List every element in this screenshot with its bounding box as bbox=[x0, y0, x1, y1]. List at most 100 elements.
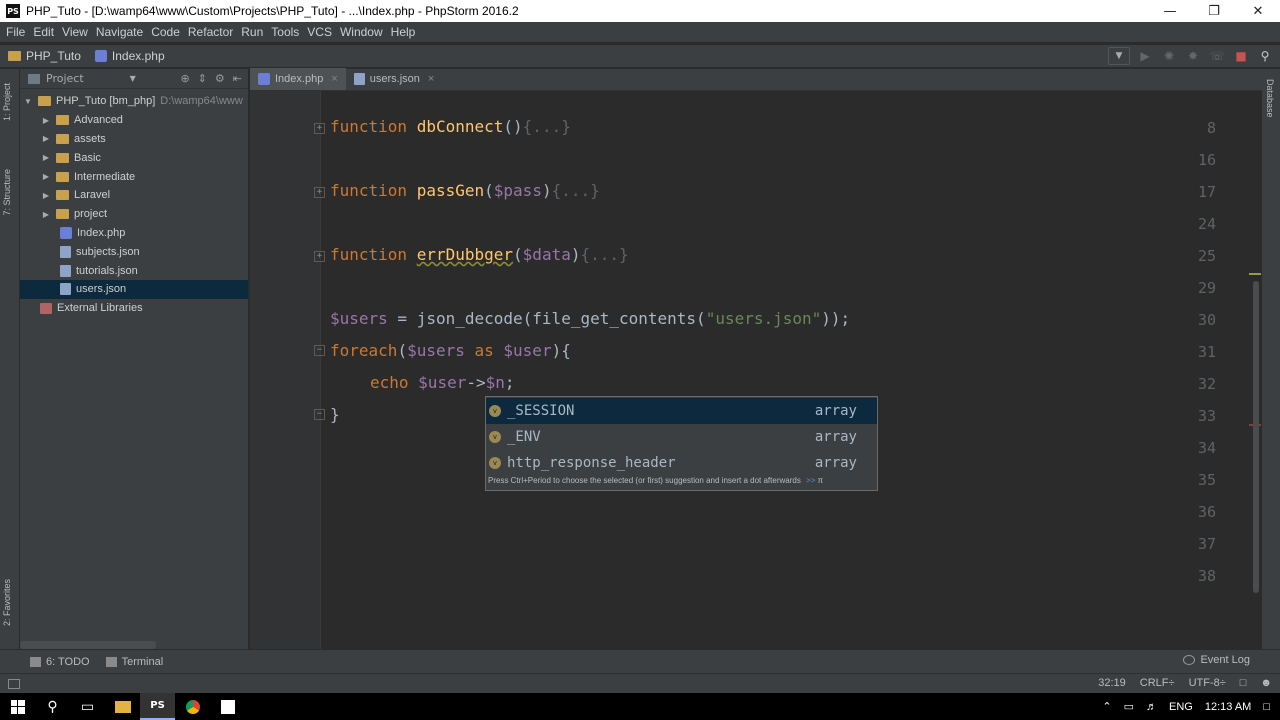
listen-debug-icon[interactable]: ☏ bbox=[1208, 47, 1226, 65]
tree-folder-project[interactable]: ▶ project bbox=[20, 205, 248, 224]
menu-tools[interactable]: Tools bbox=[267, 25, 303, 39]
task-view-icon[interactable]: ▭ bbox=[70, 693, 105, 720]
menu-view[interactable]: View bbox=[58, 25, 92, 39]
file-explorer-icon[interactable] bbox=[105, 693, 140, 720]
chrome-icon[interactable] bbox=[175, 693, 210, 720]
expand-arrow-icon[interactable]: ▶ bbox=[40, 210, 52, 219]
debug-icon[interactable]: ✺ bbox=[1160, 47, 1178, 65]
collapse-all-icon[interactable]: ⇕ bbox=[198, 72, 207, 85]
lock-icon[interactable]: □ bbox=[1240, 677, 1247, 689]
close-icon[interactable]: ✕ bbox=[1236, 0, 1280, 22]
completion-item[interactable]: v _SESSION array bbox=[486, 398, 877, 424]
chevron-up-icon[interactable]: ⌃ bbox=[1102, 700, 1111, 713]
code-keyword: function bbox=[330, 117, 408, 136]
fold-collapse-icon[interactable]: − bbox=[314, 345, 325, 356]
folded-code-placeholder[interactable]: {...} bbox=[523, 117, 571, 136]
expand-arrow-icon[interactable]: ▶ bbox=[40, 116, 52, 125]
tree-file-tutorials[interactable]: tutorials.json bbox=[20, 261, 248, 280]
todo-tool-button[interactable]: 6: TODO bbox=[22, 656, 98, 668]
tab-database-tool[interactable]: Database bbox=[1265, 79, 1275, 118]
menu-window[interactable]: Window bbox=[336, 25, 387, 39]
menu-refactor[interactable]: Refactor bbox=[184, 25, 237, 39]
tree-folder-intermediate[interactable]: ▶ Intermediate bbox=[20, 167, 248, 186]
stop-icon[interactable]: ■ bbox=[1232, 47, 1250, 65]
expand-arrow-icon[interactable]: ▶ bbox=[40, 172, 52, 181]
restore-icon[interactable]: ❐ bbox=[1192, 0, 1236, 22]
tab-structure-tool[interactable]: 7: Structure bbox=[2, 169, 12, 216]
editor-vertical-scrollbar[interactable] bbox=[1253, 281, 1259, 593]
tree-file-users[interactable]: users.json bbox=[20, 279, 248, 299]
tab-project-tool[interactable]: 1: Project bbox=[2, 83, 12, 121]
tree-root[interactable]: ▼ PHP_Tuto [bm_php] D:\wamp64\www bbox=[20, 92, 248, 111]
code-line-30: $users = json_decode(file_get_contents("… bbox=[330, 309, 850, 328]
terminal-tool-button[interactable]: Terminal bbox=[98, 656, 172, 668]
minimize-icon[interactable]: — bbox=[1148, 0, 1192, 22]
line-separator[interactable]: CRLF÷ bbox=[1140, 677, 1175, 689]
hide-panel-icon[interactable]: ⇤ bbox=[233, 72, 242, 85]
close-icon[interactable]: × bbox=[331, 73, 337, 85]
completion-item[interactable]: v http_response_header array bbox=[486, 450, 877, 476]
expand-arrow-icon[interactable]: ▶ bbox=[40, 134, 52, 143]
phpstorm-taskbar-icon[interactable]: PS bbox=[140, 693, 175, 720]
breadcrumb-project[interactable]: PHP_Tuto bbox=[0, 49, 87, 63]
input-language[interactable]: ENG bbox=[1169, 701, 1193, 713]
notifications-icon[interactable]: □ bbox=[1263, 701, 1270, 713]
hector-icon[interactable]: ☻ bbox=[1260, 677, 1272, 689]
expand-arrow-icon[interactable]: ▼ bbox=[22, 97, 34, 106]
event-log-button[interactable]: Event Log bbox=[1183, 654, 1250, 666]
folder-icon bbox=[56, 133, 69, 144]
menu-edit[interactable]: Edit bbox=[29, 25, 58, 39]
menu-code[interactable]: Code bbox=[147, 25, 184, 39]
search-icon[interactable]: ⚲ bbox=[1256, 47, 1274, 65]
tree-folder-laravel[interactable]: ▶ Laravel bbox=[20, 186, 248, 205]
tab-favorites-tool[interactable]: 2: Favorites bbox=[2, 579, 12, 626]
tree-folder-advanced[interactable]: ▶ Advanced bbox=[20, 111, 248, 130]
completion-item[interactable]: v _ENV array bbox=[486, 424, 877, 450]
fold-expand-icon[interactable]: + bbox=[314, 251, 325, 262]
tree-external-libraries[interactable]: External Libraries bbox=[20, 299, 248, 318]
project-horizontal-scrollbar[interactable] bbox=[20, 641, 156, 649]
menu-vcs[interactable]: VCS bbox=[303, 25, 336, 39]
tree-folder-assets[interactable]: ▶ assets bbox=[20, 130, 248, 149]
gear-icon[interactable]: ⚙ bbox=[215, 72, 225, 85]
caret-position[interactable]: 32:19 bbox=[1098, 677, 1126, 689]
chevron-down-icon[interactable]: ▼ bbox=[130, 74, 136, 83]
search-icon[interactable]: ⚲ bbox=[35, 693, 70, 720]
code-editor[interactable]: 8 16 17 24 25 29 30 31 32 33 34 35 36 37… bbox=[250, 91, 1262, 649]
folded-code-placeholder[interactable]: {...} bbox=[552, 181, 600, 200]
fold-end-icon[interactable]: − bbox=[314, 409, 325, 420]
expand-arrow-icon[interactable]: ▶ bbox=[40, 153, 52, 162]
tree-folder-basic[interactable]: ▶ Basic bbox=[20, 148, 248, 167]
menu-file[interactable]: File bbox=[2, 25, 29, 39]
tree-file-subjects[interactable]: subjects.json bbox=[20, 242, 248, 261]
windows-start-icon[interactable] bbox=[0, 693, 35, 720]
breadcrumb-file[interactable]: Index.php bbox=[87, 49, 171, 63]
close-icon[interactable]: × bbox=[428, 73, 434, 85]
run-icon[interactable]: ▶ bbox=[1136, 47, 1154, 65]
completion-pi-icon[interactable]: π bbox=[818, 476, 824, 485]
tool-windows-icon[interactable] bbox=[8, 678, 20, 689]
fold-expand-icon[interactable]: + bbox=[314, 187, 325, 198]
code-text: ) bbox=[541, 181, 552, 200]
expand-arrow-icon[interactable]: ▶ bbox=[40, 191, 52, 200]
coverage-icon[interactable]: ✸ bbox=[1184, 47, 1202, 65]
volume-icon[interactable]: ♬ bbox=[1146, 701, 1157, 713]
file-encoding[interactable]: UTF-8÷ bbox=[1189, 677, 1226, 689]
scroll-from-source-icon[interactable]: ⊕ bbox=[180, 72, 189, 85]
tree-file-index[interactable]: Index.php bbox=[20, 224, 248, 243]
warning-marker[interactable] bbox=[1249, 273, 1261, 275]
menu-navigate[interactable]: Navigate bbox=[92, 25, 147, 39]
completion-hint-link[interactable]: >> bbox=[806, 476, 815, 485]
tab-index-php[interactable]: Index.php × bbox=[250, 68, 346, 90]
fold-expand-icon[interactable]: + bbox=[314, 123, 325, 134]
tab-users-json[interactable]: users.json × bbox=[346, 68, 443, 90]
menu-run[interactable]: Run bbox=[237, 25, 267, 39]
line-number: 37 bbox=[1197, 535, 1216, 553]
folded-code-placeholder[interactable]: {...} bbox=[580, 245, 628, 264]
menu-help[interactable]: Help bbox=[387, 25, 420, 39]
network-icon[interactable]: ▭ bbox=[1124, 700, 1134, 713]
app-icon[interactable] bbox=[210, 693, 245, 720]
project-view-selector[interactable]: Project bbox=[46, 72, 84, 85]
run-config-dropdown[interactable]: ▼ bbox=[1108, 47, 1130, 65]
clock[interactable]: 12:13 AM bbox=[1205, 701, 1251, 713]
